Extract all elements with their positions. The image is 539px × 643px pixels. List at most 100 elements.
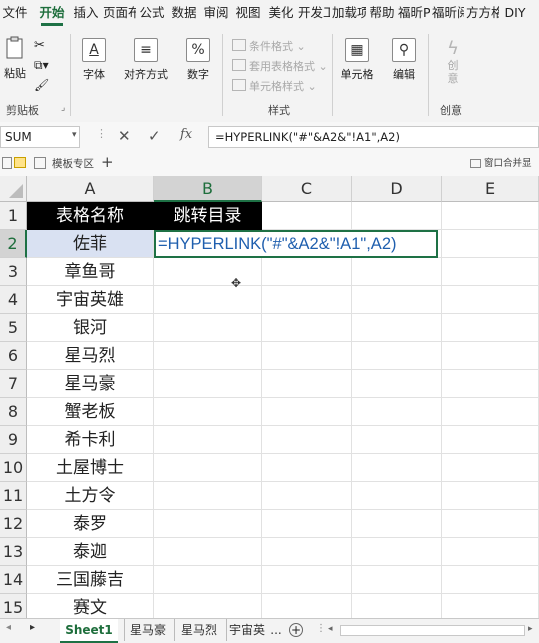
cell-d1[interactable] xyxy=(352,202,442,230)
cell-d3[interactable] xyxy=(352,258,442,286)
cell-e1[interactable] xyxy=(442,202,539,230)
folder-icon[interactable] xyxy=(14,157,26,168)
cell-d5[interactable] xyxy=(352,314,442,342)
more-sheets-button[interactable]: ... xyxy=(268,619,284,641)
cell-c9[interactable] xyxy=(262,426,352,454)
cell-c3[interactable] xyxy=(262,258,352,286)
cell-b3[interactable] xyxy=(154,258,262,286)
cell-a1[interactable]: 表格名称 xyxy=(27,202,154,230)
create-button[interactable]: ϟ 创意 xyxy=(440,38,466,85)
cell-b12[interactable] xyxy=(154,510,262,538)
enter-icon[interactable]: ✓ xyxy=(148,127,161,145)
cell-e10[interactable] xyxy=(442,454,539,482)
row-header-2[interactable]: 2 xyxy=(0,230,27,258)
sheet-tab-4[interactable]: 宇宙英 xyxy=(226,619,267,641)
cell-a6[interactable]: 星马烈 xyxy=(27,342,154,370)
cell-c4[interactable] xyxy=(262,286,352,314)
horizontal-scrollbar[interactable] xyxy=(340,625,525,636)
select-all-corner[interactable] xyxy=(0,176,27,202)
cell-a13[interactable]: 泰迦 xyxy=(27,538,154,566)
cell-e7[interactable] xyxy=(442,370,539,398)
cut-icon[interactable]: ✂ xyxy=(34,38,45,53)
paste-button[interactable]: 粘贴 xyxy=(4,36,26,81)
row-header-4[interactable]: 4 xyxy=(0,286,27,314)
cell-b4[interactable] xyxy=(154,286,262,314)
cell-a7[interactable]: 星马豪 xyxy=(27,370,154,398)
format-as-table-button[interactable]: 套用表格格式 ⌄ xyxy=(232,58,328,74)
cell-d4[interactable] xyxy=(352,286,442,314)
cell-e9[interactable] xyxy=(442,426,539,454)
file-icon[interactable] xyxy=(2,157,12,169)
column-header-d[interactable]: D xyxy=(352,176,442,202)
tab-home[interactable]: 开始 xyxy=(35,0,69,28)
cell-e12[interactable] xyxy=(442,510,539,538)
row-header-11[interactable]: 11 xyxy=(0,482,27,510)
column-header-b[interactable]: B xyxy=(154,176,262,202)
editing-button[interactable]: ⚲ 编辑 xyxy=(390,38,418,82)
cell-e3[interactable] xyxy=(442,258,539,286)
tab-page-layout[interactable]: 页面布 xyxy=(103,0,136,28)
cell-b6[interactable] xyxy=(154,342,262,370)
tab-formulas[interactable]: 公式 xyxy=(137,0,167,28)
cell-d6[interactable] xyxy=(352,342,442,370)
cell-e8[interactable] xyxy=(442,398,539,426)
row-header-8[interactable]: 8 xyxy=(0,398,27,426)
cell-d14[interactable] xyxy=(352,566,442,594)
cell-a5[interactable]: 银河 xyxy=(27,314,154,342)
cell-d12[interactable] xyxy=(352,510,442,538)
cell-a11[interactable]: 土方令 xyxy=(27,482,154,510)
add-workbook-button[interactable]: + xyxy=(101,153,114,171)
row-header-6[interactable]: 6 xyxy=(0,342,27,370)
cell-d7[interactable] xyxy=(352,370,442,398)
editing-cell-b2[interactable]: =HYPERLINK("#"&A2&"!A1",A2) xyxy=(154,230,438,258)
row-header-7[interactable]: 7 xyxy=(0,370,27,398)
cell-a8[interactable]: 蟹老板 xyxy=(27,398,154,426)
cell-c1[interactable] xyxy=(262,202,352,230)
cell-c6[interactable] xyxy=(262,342,352,370)
cell-b13[interactable] xyxy=(154,538,262,566)
row-header-9[interactable]: 9 xyxy=(0,426,27,454)
format-painter-icon[interactable]: 🖌 xyxy=(34,78,49,92)
prev-sheet-icon[interactable]: ◂ xyxy=(6,622,11,633)
cell-b8[interactable] xyxy=(154,398,262,426)
tab-foxit-pdf[interactable]: 福昕P xyxy=(398,0,430,28)
cell-a4[interactable]: 宇宙英雄 xyxy=(27,286,154,314)
cells-button[interactable]: ▦ 单元格 xyxy=(340,38,374,82)
column-header-c[interactable]: C xyxy=(262,176,352,202)
cell-d9[interactable] xyxy=(352,426,442,454)
tab-diy[interactable]: DIY xyxy=(500,0,530,28)
clipboard-launcher-icon[interactable]: ⌟ xyxy=(61,103,65,113)
tab-help[interactable]: 帮助 xyxy=(367,0,397,28)
cell-c15[interactable] xyxy=(262,594,352,618)
cell-d13[interactable] xyxy=(352,538,442,566)
cell-b9[interactable] xyxy=(154,426,262,454)
row-header-15[interactable]: 15 xyxy=(0,594,27,618)
window-merge-button[interactable]: 窗口合并显示 xyxy=(484,155,539,187)
row-header-10[interactable]: 10 xyxy=(0,454,27,482)
spreadsheet-grid[interactable]: ABCDE 1 2 3 4 5 6 7 8 9 10 11 12 13 14 15 表格名称 跳转目录 佐菲 章鱼… xyxy=(0,176,539,618)
scroll-left-icon[interactable]: ◂ xyxy=(328,624,333,634)
cell-c10[interactable] xyxy=(262,454,352,482)
add-sheet-icon[interactable]: + xyxy=(289,623,303,637)
cell-a9[interactable]: 希卡利 xyxy=(27,426,154,454)
column-header-a[interactable]: A xyxy=(27,176,154,202)
cell-a15[interactable]: 赛文 xyxy=(27,594,154,618)
cell-e6[interactable] xyxy=(442,342,539,370)
cell-c7[interactable] xyxy=(262,370,352,398)
row-header-3[interactable]: 3 xyxy=(0,258,27,286)
sheet-tab-sheet1[interactable]: Sheet1 xyxy=(60,619,118,643)
row-header-1[interactable]: 1 xyxy=(0,202,27,230)
cell-c8[interactable] xyxy=(262,398,352,426)
cell-c13[interactable] xyxy=(262,538,352,566)
tab-addins[interactable]: 加载项 xyxy=(332,0,366,28)
cell-e13[interactable] xyxy=(442,538,539,566)
column-header-e[interactable]: E xyxy=(442,176,539,202)
tab-fangfang[interactable]: 方方格 xyxy=(466,0,499,28)
row-header-12[interactable]: 12 xyxy=(0,510,27,538)
cell-a14[interactable]: 三国藤吉 xyxy=(27,566,154,594)
cell-b1[interactable]: 跳转目录 xyxy=(154,202,262,230)
cell-a10[interactable]: 土屋博士 xyxy=(27,454,154,482)
cell-a12[interactable]: 泰罗 xyxy=(27,510,154,538)
copy-icon[interactable]: ⧉▾ xyxy=(34,58,49,73)
cell-e15[interactable] xyxy=(442,594,539,618)
